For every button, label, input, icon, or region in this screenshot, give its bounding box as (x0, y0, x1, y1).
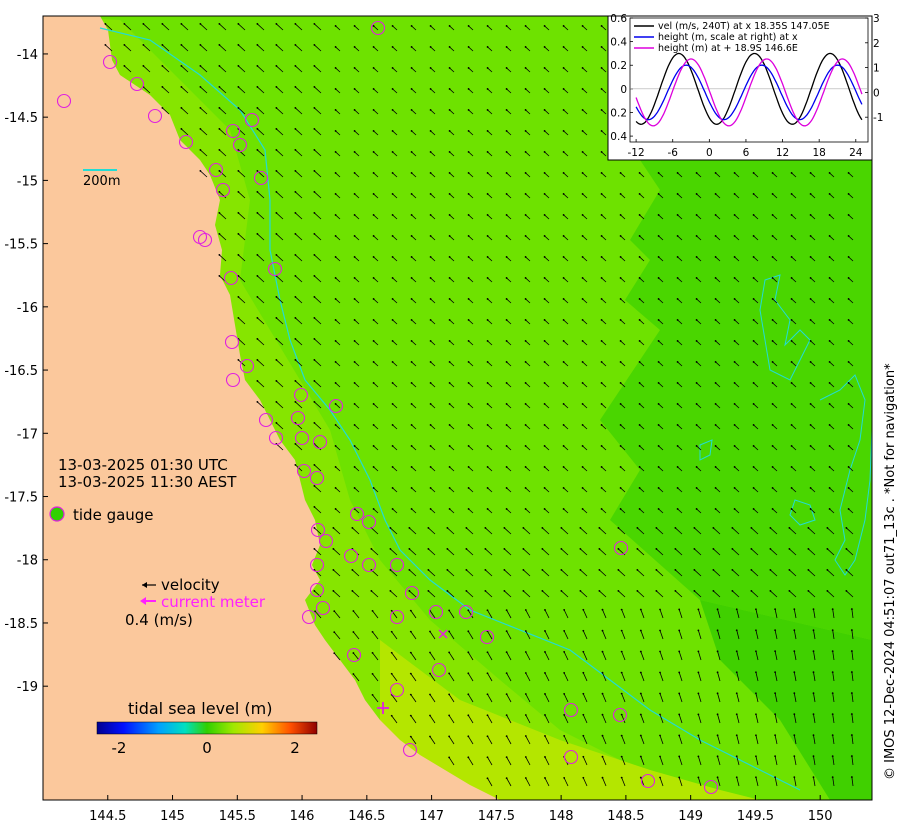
lat-tick-label: -17.5 (4, 491, 38, 506)
lon-tick-label: 148 (549, 809, 574, 824)
inset-legend-label: vel (m/s, 240T) at x 18.35S 147.05E (658, 21, 830, 32)
lat-tick-label: -16.5 (4, 364, 38, 379)
colorbar-tick-label: 0 (202, 739, 212, 757)
velocity-scale-label: 0.4 (m/s) (125, 611, 193, 629)
lon-tick-label: 149.5 (737, 809, 774, 824)
inset-legend-label: height (m, scale at right) at x (658, 32, 798, 43)
inset-right-tick-label: 3 (873, 13, 880, 25)
lon-tick-label: 146.5 (348, 809, 385, 824)
lon-tick-label: 147 (419, 809, 444, 824)
lat-tick-label: -16 (17, 301, 38, 316)
colorbar-title: tidal sea level (m) (128, 699, 272, 718)
tide-timeseries-inset: 0.6 0.4 0.2 0 0.2 0.4 3 2 1 0 -1 -12 -6 0 6 12 18 24 vel (… (607, 13, 883, 161)
inset-left-tick-label: 0.6 (610, 13, 627, 25)
inset-left-tick-label: 0 (620, 84, 627, 96)
lat-tick-label: -17 (17, 427, 38, 442)
inset-right-tick-label: 1 (873, 63, 880, 75)
lon-tick-label: 149 (678, 809, 703, 824)
inset-x-tick-label: 6 (743, 147, 750, 159)
timestamp-block: 13-03-2025 01:30 UTC 13-03-2025 11:30 AE… (58, 456, 237, 491)
lon-tick-label: 145 (160, 809, 185, 824)
inset-right-tick-label: -1 (873, 112, 883, 124)
inset-left-tick-label: 0.4 (610, 37, 627, 49)
inset-legend-label: height (m) at + 18.9S 146.6E (658, 43, 798, 54)
lat-tick-label: -15 (17, 174, 38, 189)
inset-x-tick-label: 0 (706, 147, 713, 159)
scale-bar-label: 200m (83, 174, 120, 189)
inset-right-tick-label: 0 (873, 87, 880, 99)
lat-tick-label: -14.5 (4, 111, 38, 126)
lon-tick-label: 150 (808, 809, 833, 824)
velocity-legend-label: velocity (161, 576, 220, 594)
lon-tick-label: 145.5 (219, 809, 256, 824)
lat-tick-label: -18.5 (4, 617, 38, 632)
inset-left-tick-label: 0.2 (610, 60, 627, 72)
lat-tick-label: -19 (17, 680, 38, 695)
lat-tick-label: -18 (17, 554, 38, 569)
lon-tick-label: 147.5 (478, 809, 515, 824)
lat-tick-label: -14 (17, 48, 38, 63)
inset-x-tick-label: 18 (812, 147, 825, 159)
lat-tick-label: -15.5 (4, 238, 38, 253)
inset-x-tick-label: -6 (667, 147, 678, 159)
timestamp-aest: 13-03-2025 11:30 AEST (58, 473, 237, 491)
inset-x-tick-label: -12 (628, 147, 645, 159)
lon-tick-label: 146 (290, 809, 315, 824)
inset-left-tick-label: 0.2 (610, 107, 627, 119)
lon-tick-label: 148.5 (607, 809, 644, 824)
timestamp-utc: 13-03-2025 01:30 UTC (58, 456, 228, 474)
latitude-axis: -14 -14.5 -15 -15.5 -16 -16.5 -17 -17.5 -18 -18.5… (4, 48, 48, 695)
tide-gauge-legend-label: tide gauge (73, 506, 154, 524)
inset-x-tick-label: 24 (849, 147, 863, 159)
inset-right-tick-label: 2 (873, 38, 880, 50)
colorbar-tick-label: 2 (290, 739, 300, 757)
inset-x-tick-label: 12 (776, 147, 789, 159)
colorbar-gradient (96, 721, 318, 735)
credit-text: © IMOS 12-Dec-2024 04:51:07 out71_13c . … (883, 363, 898, 780)
tidal-map-figure: 200m -14-14.5-15-15.5-16-16.5-17-17.5-18… (4, 13, 898, 824)
current-meter-legend-label: current meter (161, 593, 266, 611)
lon-tick-label: 144.5 (89, 809, 126, 824)
colorbar-tick-label: -2 (112, 739, 127, 757)
inset-left-tick-label: 0.4 (610, 131, 627, 143)
